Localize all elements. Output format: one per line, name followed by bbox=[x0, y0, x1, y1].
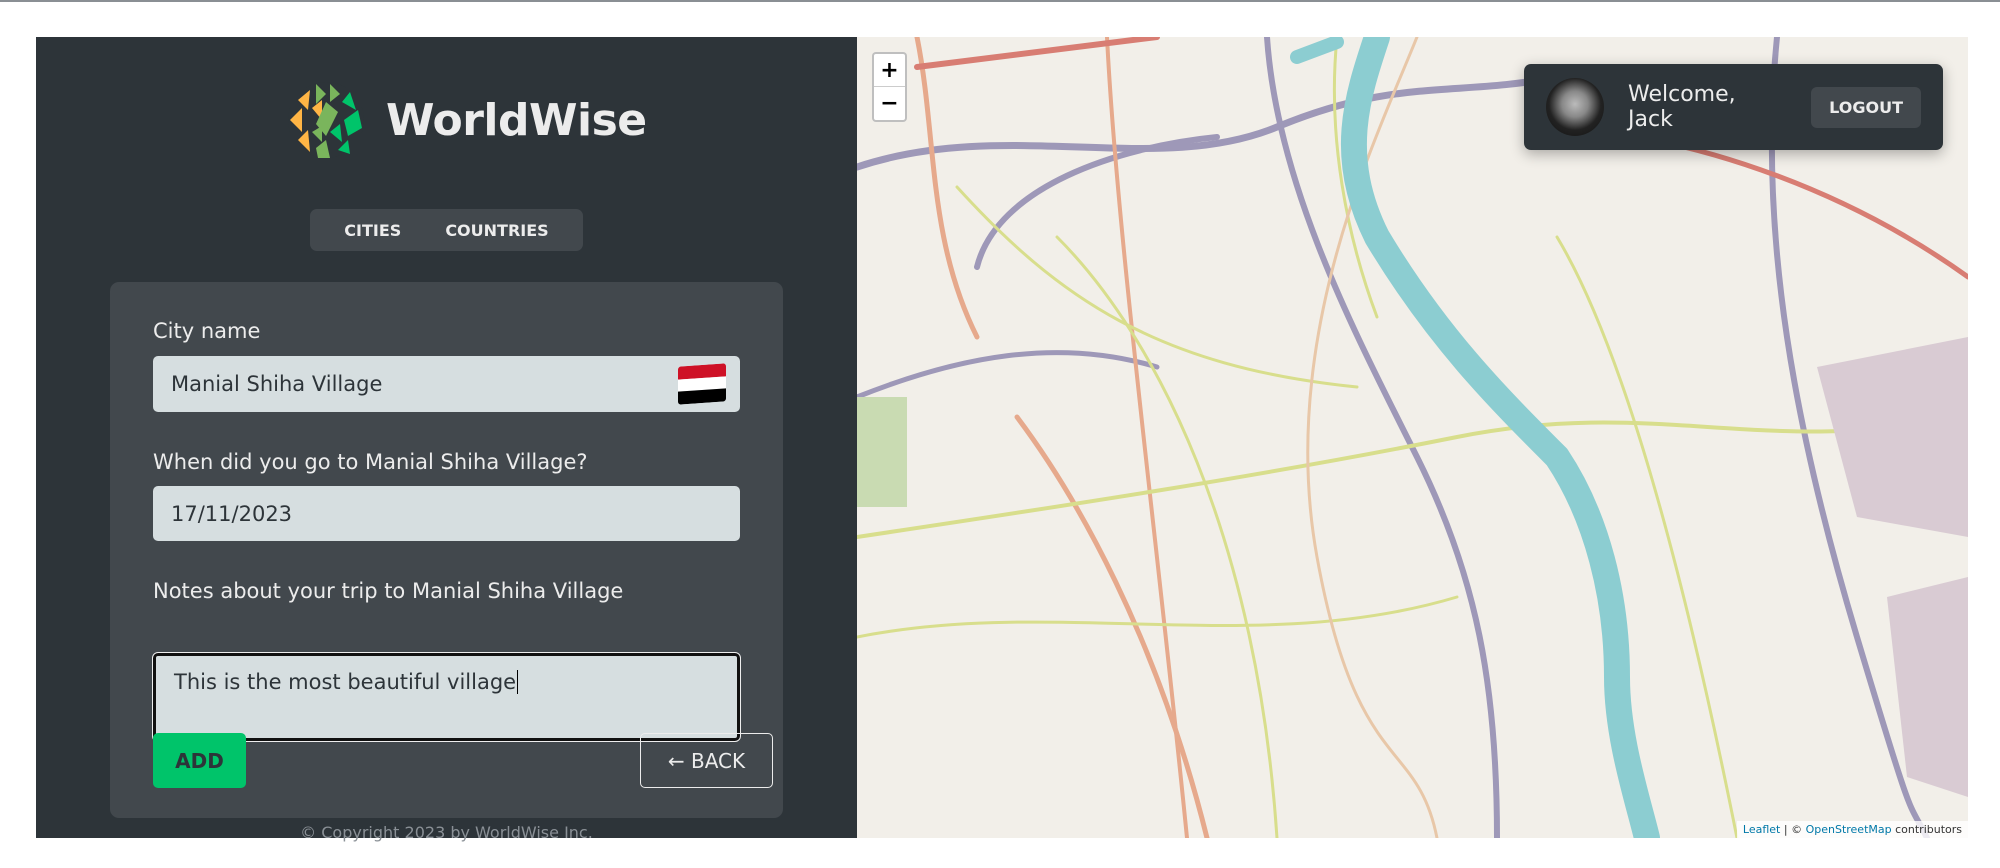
attribution-tail: contributors bbox=[1891, 823, 1962, 836]
map[interactable]: + − Welcome, Jack LOGOUT Leaflet | © Ope… bbox=[857, 37, 1968, 838]
city-name-input[interactable]: Manial Shiha Village bbox=[153, 356, 740, 412]
notes-value: This is the most beautiful village bbox=[174, 670, 517, 694]
sidebar: WorldWise CITIES COUNTRIES City name Man… bbox=[36, 37, 857, 842]
logo[interactable]: WorldWise bbox=[286, 80, 647, 160]
user-panel: Welcome, Jack LOGOUT bbox=[1524, 64, 1943, 150]
zoom-in-button[interactable]: + bbox=[874, 54, 905, 87]
add-button[interactable]: ADD bbox=[153, 733, 246, 788]
welcome-text: Welcome, Jack bbox=[1628, 82, 1736, 132]
add-city-form: City name Manial Shiha Village When did … bbox=[110, 282, 783, 818]
copyright: © Copyright 2023 by WorldWise Inc. bbox=[300, 823, 593, 842]
logout-button[interactable]: LOGOUT bbox=[1811, 86, 1921, 128]
text-cursor bbox=[517, 670, 519, 694]
zoom-out-button[interactable]: − bbox=[874, 87, 905, 120]
egypt-flag-icon bbox=[678, 363, 726, 405]
date-input[interactable]: 17/11/2023 bbox=[153, 486, 740, 541]
back-button[interactable]: ← BACK bbox=[640, 733, 773, 788]
tab-nav: CITIES COUNTRIES bbox=[310, 209, 583, 251]
window-top-border bbox=[0, 0, 2000, 2]
city-name-label: City name bbox=[153, 319, 261, 343]
leaflet-link[interactable]: Leaflet bbox=[1743, 823, 1780, 836]
map-tiles bbox=[857, 37, 1968, 838]
osm-link[interactable]: OpenStreetMap bbox=[1806, 823, 1892, 836]
city-name-value: Manial Shiha Village bbox=[171, 372, 383, 396]
date-label: When did you go to Manial Shiha Village? bbox=[153, 450, 588, 474]
attribution-sep: | © bbox=[1780, 823, 1806, 836]
date-value: 17/11/2023 bbox=[171, 501, 293, 526]
zoom-control: + − bbox=[872, 52, 907, 122]
notes-textarea[interactable]: This is the most beautiful village bbox=[152, 652, 741, 742]
tab-countries[interactable]: COUNTRIES bbox=[429, 213, 564, 248]
app-name: WorldWise bbox=[386, 94, 647, 146]
map-attribution: Leaflet | © OpenStreetMap contributors bbox=[1736, 821, 1968, 838]
avatar bbox=[1546, 78, 1604, 136]
globe-logo-icon bbox=[288, 82, 364, 158]
tab-cities[interactable]: CITIES bbox=[328, 213, 417, 248]
notes-label: Notes about your trip to Manial Shiha Vi… bbox=[153, 579, 624, 603]
